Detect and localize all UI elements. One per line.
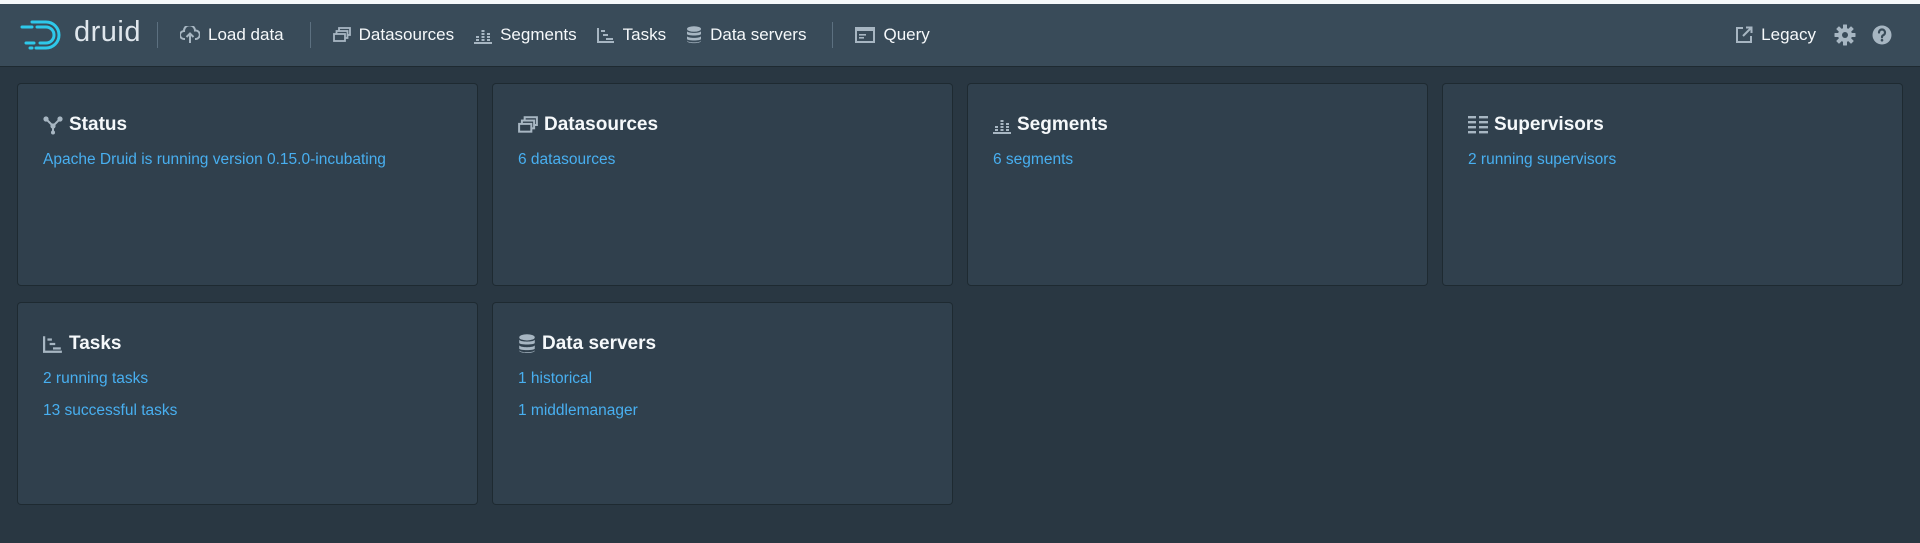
successful-tasks-link[interactable]: 13 successful tasks <box>43 400 452 421</box>
data-servers-card-title-text: Data servers <box>542 333 657 354</box>
supervisors-card-title-text: Supervisors <box>1494 114 1604 135</box>
status-card-title-text: Status <box>69 114 128 135</box>
tasks-card[interactable]: Tasks 2 running tasks 13 successful task… <box>18 303 477 504</box>
segments-card-title-text: Segments <box>1017 114 1108 135</box>
navbar-divider <box>309 22 311 48</box>
tasks-nav-label: Tasks <box>622 25 667 44</box>
help-icon <box>1872 25 1892 45</box>
logo-text: druid <box>74 15 141 48</box>
stacked-chart-icon <box>993 120 1011 134</box>
list-columns-icon <box>1468 116 1488 134</box>
middlemanager-count-link[interactable]: 1 middlemanager <box>518 400 927 421</box>
datasources-card-title-text: Datasources <box>544 114 659 135</box>
gear-icon <box>1834 24 1856 46</box>
cloud-upload-icon <box>180 26 200 43</box>
stacked-chart-icon <box>474 30 493 44</box>
tasks-card-title: Tasks <box>43 331 452 357</box>
legacy-button[interactable]: Legacy <box>1725 18 1826 52</box>
segments-card[interactable]: Segments 6 segments <box>968 84 1427 285</box>
status-card[interactable]: Status Apache Druid is running version 0… <box>18 84 477 285</box>
settings-button[interactable] <box>1826 18 1864 52</box>
segments-nav-button[interactable]: Segments <box>464 18 587 52</box>
datasources-nav-button[interactable]: Datasources <box>323 18 464 52</box>
share-external-icon <box>1736 26 1753 43</box>
legacy-label: Legacy <box>1761 25 1816 44</box>
druid-logo-icon <box>20 20 61 50</box>
data-servers-card[interactable]: Data servers 1 historical 1 middlemanage… <box>493 303 952 504</box>
segments-nav-label: Segments <box>500 25 577 44</box>
datasources-card[interactable]: Datasources 6 datasources <box>493 84 952 285</box>
application-icon <box>855 27 876 43</box>
database-icon <box>519 334 535 353</box>
gantt-chart-icon <box>596 28 614 43</box>
navbar-divider <box>832 22 834 48</box>
gantt-chart-icon <box>43 336 62 353</box>
home-cards-grid: Status Apache Druid is running version 0… <box>0 66 1920 504</box>
multi-select-icon <box>332 27 351 42</box>
load-data-label: Load data <box>208 25 284 44</box>
supervisors-card[interactable]: Supervisors 2 running supervisors <box>1443 84 1902 285</box>
top-navbar: druid Load data Datasources Segments Tas… <box>0 4 1920 66</box>
help-button[interactable] <box>1864 18 1900 52</box>
status-card-title: Status <box>43 112 452 138</box>
query-nav-button[interactable]: Query <box>845 18 939 52</box>
segments-count-link[interactable]: 6 segments <box>993 149 1402 170</box>
load-data-button[interactable]: Load data <box>170 18 294 52</box>
running-tasks-link[interactable]: 2 running tasks <box>43 368 452 389</box>
multi-select-icon <box>518 116 538 133</box>
segments-card-title: Segments <box>993 112 1402 138</box>
graph-icon <box>43 116 63 135</box>
tasks-nav-button[interactable]: Tasks <box>587 18 676 52</box>
database-icon <box>687 26 702 44</box>
druid-logo[interactable]: druid <box>20 15 141 55</box>
datasources-nav-label: Datasources <box>358 25 455 44</box>
historical-count-link[interactable]: 1 historical <box>518 368 927 389</box>
data-servers-card-title: Data servers <box>518 331 927 357</box>
data-servers-nav-label: Data servers <box>710 25 807 44</box>
status-version-link[interactable]: Apache Druid is running version 0.15.0-i… <box>43 149 452 170</box>
supervisors-count-link[interactable]: 2 running supervisors <box>1468 149 1877 170</box>
data-servers-nav-button[interactable]: Data servers <box>676 18 816 52</box>
datasources-count-link[interactable]: 6 datasources <box>518 149 927 170</box>
query-nav-label: Query <box>883 25 930 44</box>
navbar-divider <box>157 22 158 48</box>
datasources-card-title: Datasources <box>518 112 927 138</box>
tasks-card-title-text: Tasks <box>69 333 122 354</box>
supervisors-card-title: Supervisors <box>1468 112 1877 138</box>
